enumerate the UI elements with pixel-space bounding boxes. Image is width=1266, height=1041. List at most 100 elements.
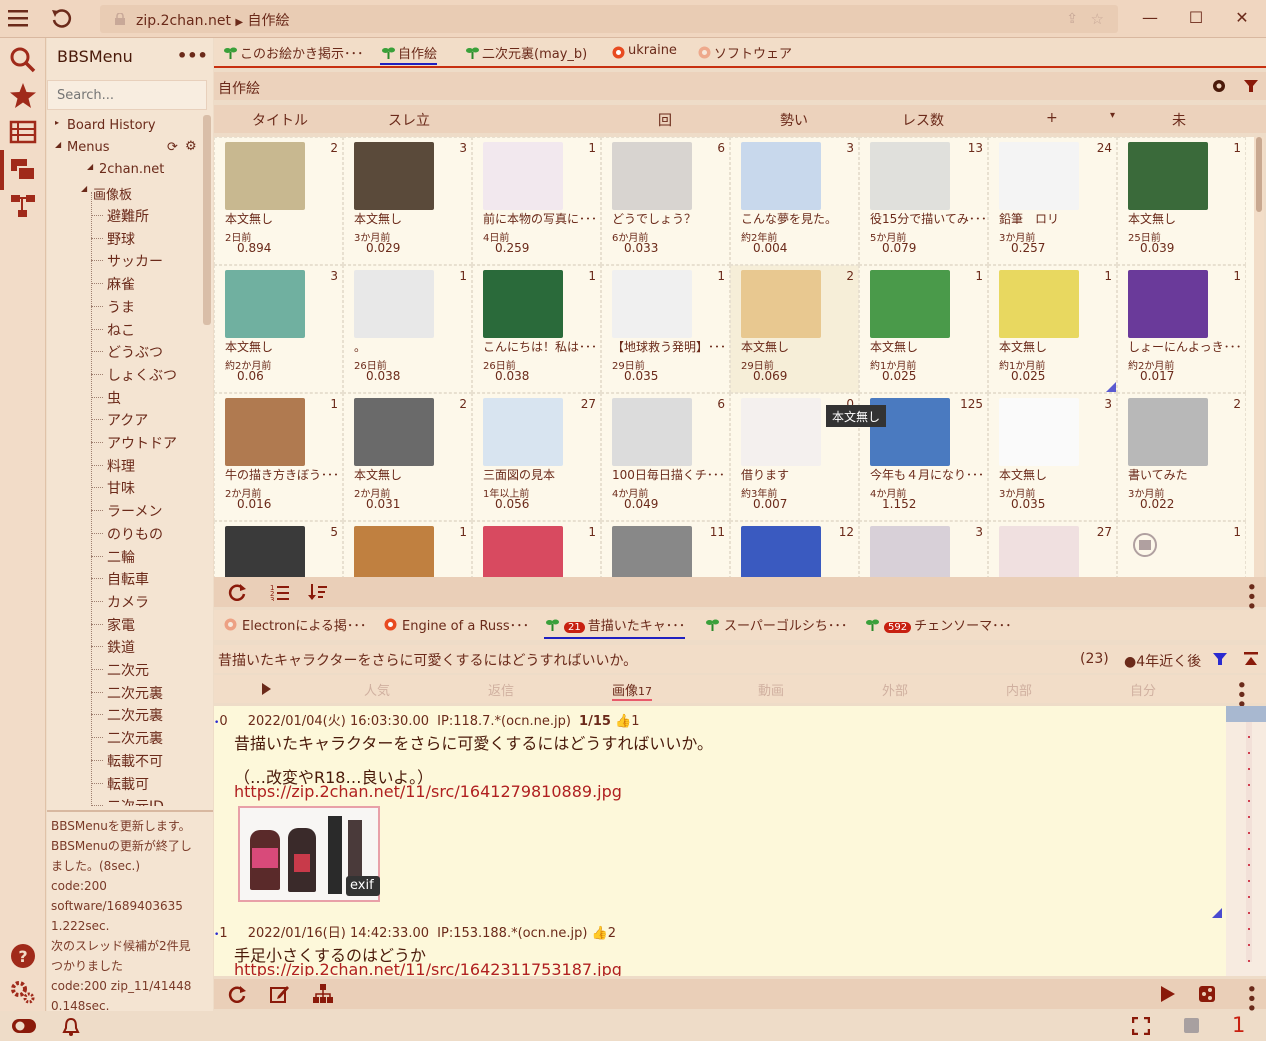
sidebar-board-item[interactable]: 二次元裏	[107, 705, 163, 725]
sort-icon[interactable]	[308, 583, 328, 601]
board-tab[interactable]: ukraine	[610, 43, 677, 65]
thread-tab[interactable]: 21 昔描いたキャ･･･	[544, 615, 686, 639]
thread-tab[interactable]: Engine of a Russ･･･	[382, 615, 529, 639]
star-bookmark-icon[interactable]: ☆	[1091, 10, 1104, 28]
sidebar-board-item[interactable]: 鉄道	[107, 637, 135, 657]
tree-site[interactable]: ◢ 2chan.net	[87, 162, 164, 177]
thread-thumbnail[interactable]	[483, 398, 563, 466]
sidebar-board-item[interactable]: しょくぶつ	[107, 365, 177, 385]
thread-cell[interactable]: 1	[472, 521, 601, 577]
filter-0[interactable]: 人気	[364, 680, 390, 699]
bell-icon[interactable]	[62, 1017, 80, 1037]
sidebar-board-item[interactable]: アクア	[107, 410, 148, 430]
thread-cell[interactable]: 6 100日毎日描くチ･･･ 4か月前 0.049	[601, 393, 730, 521]
filter-icon[interactable]	[1244, 79, 1258, 93]
thread-thumbnail[interactable]	[225, 142, 305, 210]
thread-cell[interactable]: 27 三面図の見本 1年以上前 0.056	[472, 393, 601, 521]
column-header-cell[interactable]: 勢い	[780, 110, 808, 130]
thread-thumbnail[interactable]	[1128, 270, 1208, 338]
thread-cell[interactable]: 1	[1117, 521, 1246, 577]
list-icon[interactable]	[9, 118, 37, 146]
sidebar-board-item[interactable]: カメラ	[107, 592, 149, 612]
sidebar-board-item[interactable]: 家電	[107, 615, 135, 635]
thread-thumbnail[interactable]	[354, 270, 434, 338]
filter-icon[interactable]	[1213, 652, 1227, 666]
tree-category[interactable]: ◢ 画像板	[81, 184, 132, 203]
tree-view-icon[interactable]	[312, 984, 334, 1004]
thread-cell[interactable]: 6 どうでしょう？ 6か月前 0.033	[601, 137, 730, 265]
play-icon[interactable]	[262, 683, 272, 695]
thread-cell[interactable]: 2 本文無し 2か月前 0.031	[343, 393, 472, 521]
thread-thumbnail[interactable]	[1128, 398, 1208, 466]
thread-cell[interactable]: 11	[601, 521, 730, 577]
thread-thumbnail[interactable]	[999, 398, 1079, 466]
more-vertical-icon[interactable]: •••	[1242, 984, 1260, 1013]
column-header-cell[interactable]: 回	[658, 110, 672, 130]
board-tab[interactable]: このお絵かき掲示･･･	[222, 43, 364, 65]
search-field[interactable]	[47, 80, 207, 110]
thread-thumbnail[interactable]	[225, 526, 305, 577]
refresh-icon[interactable]	[228, 583, 246, 601]
thread-thumbnail[interactable]	[612, 270, 692, 338]
thread-cell[interactable]: 1 【地球救う発明】･･･ 29日前 0.035	[601, 265, 730, 393]
thread-tab[interactable]: 592 チェンソーマ･･･	[864, 615, 1012, 639]
help-icon[interactable]: ?	[9, 942, 37, 970]
thread-thumbnail[interactable]	[870, 270, 950, 338]
sidebar-board-item[interactable]: サッカー	[107, 251, 163, 271]
board-tab[interactable]: 自作絵	[380, 43, 438, 65]
post-link[interactable]: https://zip.2chan.net/11/src/16412798108…	[234, 782, 622, 801]
close-button[interactable]: ✕	[1232, 8, 1252, 28]
sidebar-board-item[interactable]: 料理	[107, 456, 135, 476]
thread-cell[interactable]: 24 鉛筆 ロリ 3か月前 0.257	[988, 137, 1117, 265]
thread-thumbnail[interactable]	[354, 526, 434, 577]
search-icon[interactable]	[9, 46, 37, 74]
column-header-cell[interactable]: ▾	[1110, 110, 1115, 121]
thread-tab[interactable]: Electronによる掲･･･	[222, 615, 366, 639]
thread-thumbnail[interactable]	[612, 398, 692, 466]
sidebar-board-item[interactable]: 自転車	[107, 569, 149, 589]
column-header-cell[interactable]: スレ立	[388, 110, 430, 130]
expand-arrow-icon[interactable]: ▸	[55, 118, 59, 127]
address-bar[interactable]: zip.2chan.net ▶ 自作絵 ⇪ ☆	[100, 5, 1118, 33]
board-tab[interactable]: 二次元裏(may_b)	[464, 43, 587, 65]
share-icon[interactable]	[1198, 985, 1216, 1003]
thread-cell[interactable]: 1 しょーにんよっき･･･ 約2か月前 0.017	[1117, 265, 1246, 393]
thread-thumbnail[interactable]	[483, 270, 563, 338]
edit-icon[interactable]	[270, 984, 290, 1004]
minimize-button[interactable]: —	[1140, 8, 1160, 28]
sidebar-board-item[interactable]: うま	[107, 297, 135, 317]
thread-cell[interactable]: 5	[214, 521, 343, 577]
filter-3[interactable]: 動画	[758, 680, 784, 699]
sidebar-board-item[interactable]: 転載不可	[107, 751, 163, 771]
thread-cell[interactable]: 1 こんにちは！私は･･･ 26日前 0.038	[472, 265, 601, 393]
thread-thumbnail[interactable]	[999, 270, 1079, 338]
thread-cell[interactable]: 1 本文無し 約1か月前 0.025	[859, 265, 988, 393]
thread-cell[interactable]: 2 書いてみた 3か月前 0.022	[1117, 393, 1246, 521]
share-icon[interactable]: ⇪	[1066, 11, 1078, 27]
thread-cell[interactable]: 12	[730, 521, 859, 577]
thread-cell[interactable]: 3 本文無し 3か月前 0.035	[988, 393, 1117, 521]
sidebar-board-item[interactable]: 野球	[107, 229, 135, 249]
thread-cell[interactable]: 1 牛の描き方きぼう･･･ 2か月前 0.016	[214, 393, 343, 521]
column-header-cell[interactable]: タイトル	[252, 110, 308, 130]
thread-thumbnail[interactable]	[483, 526, 563, 577]
sitemap-icon[interactable]	[9, 192, 37, 220]
thread-cell[interactable]: 1 本文無し 25日前 0.039	[1117, 137, 1246, 265]
thread-thumbnail[interactable]	[225, 398, 305, 466]
play-icon[interactable]	[1160, 985, 1176, 1003]
exif-badge[interactable]: exif	[346, 876, 380, 896]
thread-cell[interactable]: 13 役15分で描いてみ･･･ 5か月前 0.079	[859, 137, 988, 265]
column-header-cell[interactable]: レス数	[902, 110, 944, 130]
thread-thumbnail[interactable]	[741, 526, 821, 577]
sidebar-board-item[interactable]: 二次元	[107, 660, 149, 680]
thread-thumbnail[interactable]	[612, 142, 692, 210]
thread-cell[interactable]: 2 本文無し 29日前 0.069	[730, 265, 859, 393]
sidebar-board-item[interactable]: 二次元ID	[107, 796, 164, 806]
thread-cell[interactable]: 2 本文無し 2日前 0.894	[214, 137, 343, 265]
more-icon[interactable]: •••	[177, 46, 208, 65]
sidebar-board-item[interactable]: アウトドア	[107, 433, 177, 453]
thread-cell[interactable]: 27	[988, 521, 1117, 577]
thread-thumbnail[interactable]	[741, 398, 821, 466]
thread-thumbnail[interactable]	[1128, 142, 1208, 210]
thread-thumbnail[interactable]	[483, 142, 563, 210]
